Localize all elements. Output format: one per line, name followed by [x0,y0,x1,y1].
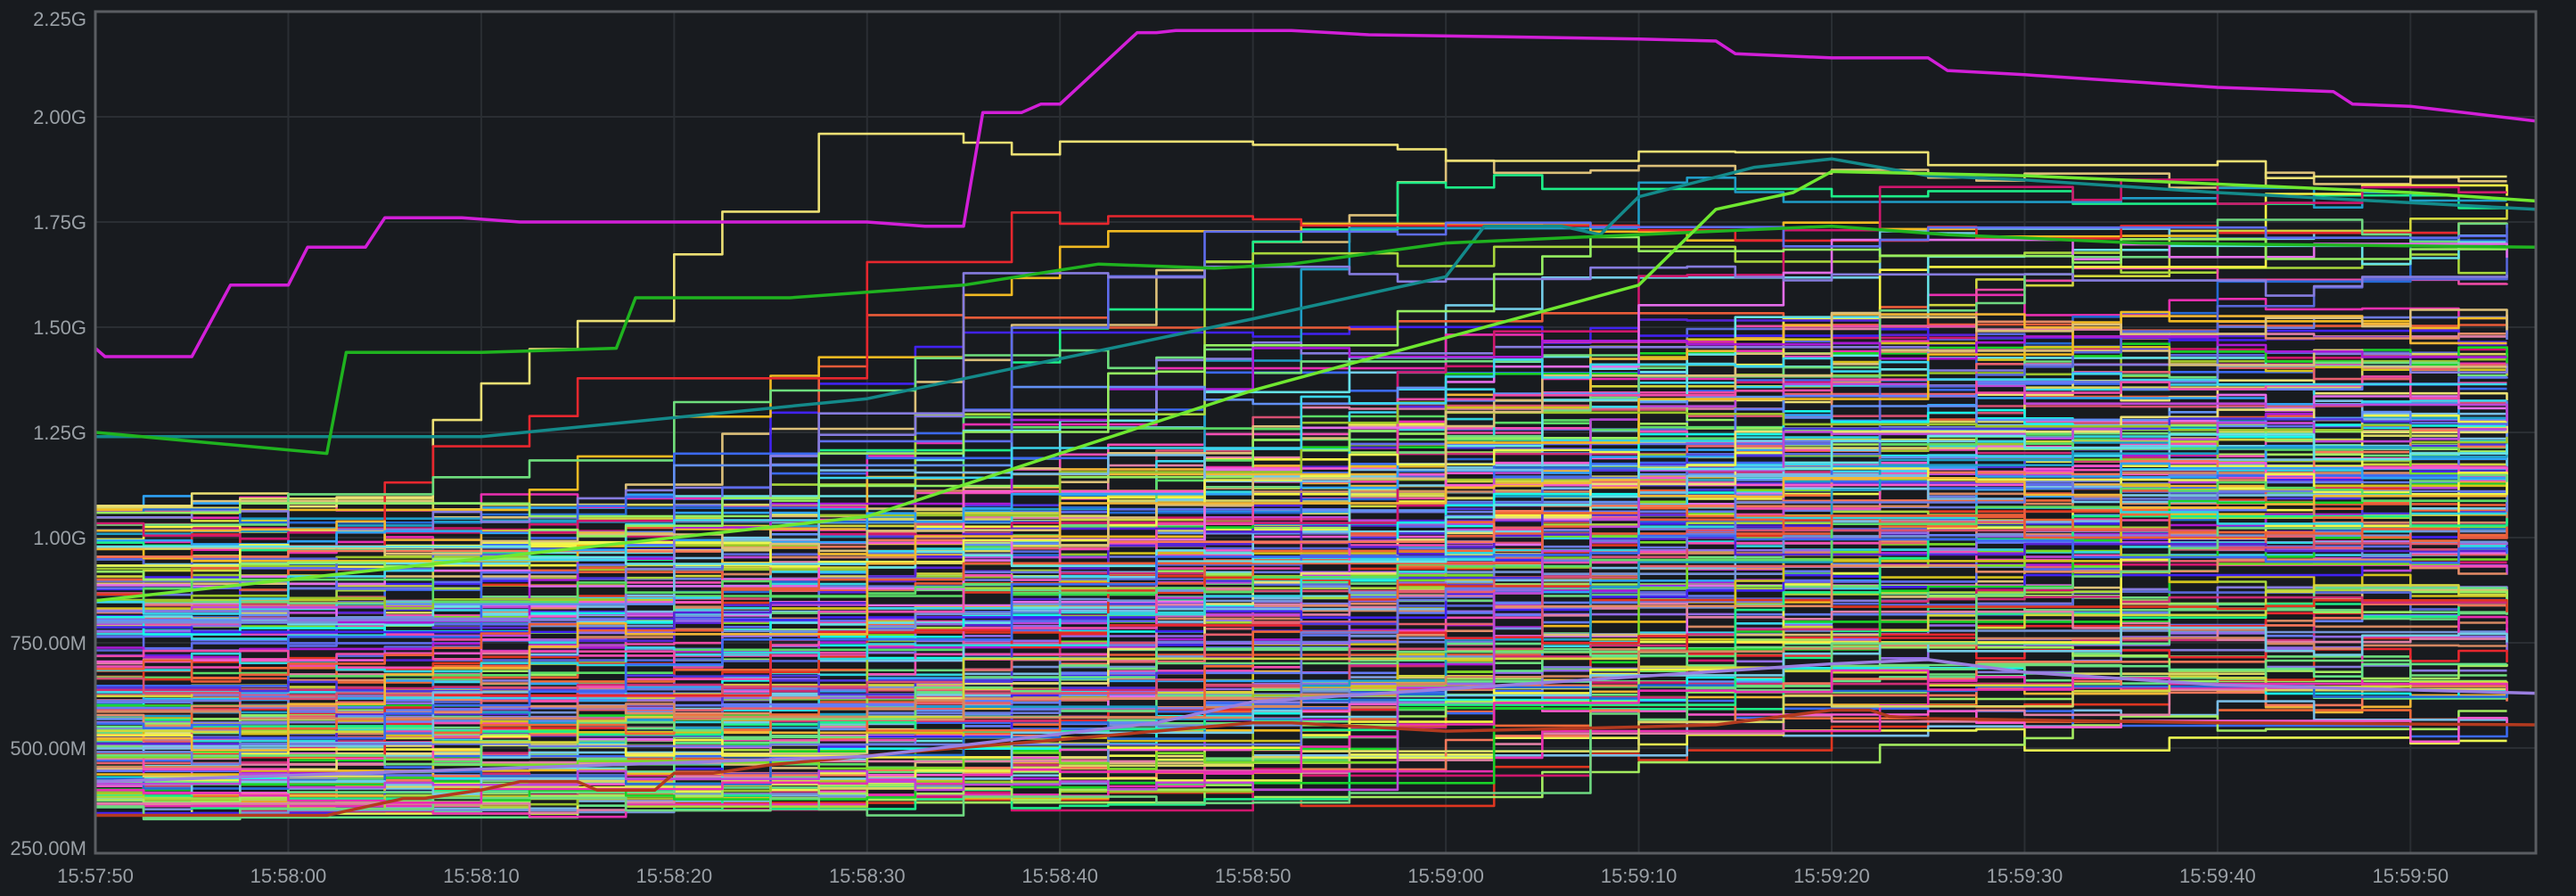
series-line-highlight [95,157,2536,439]
y-tick-label: 750.00M [10,632,86,654]
x-tick-label: 15:57:50 [57,865,134,887]
y-tick-label: 1.50G [33,316,86,339]
y-tick-label: 1.00G [33,527,86,549]
x-tick-label: 15:58:50 [1215,865,1292,887]
x-tick-label: 15:58:00 [250,865,327,887]
time-series-chart: 250.00M 500.00M 750.00M 1.00G 1.25G 1.50G 1.75… [10,8,2538,887]
y-tick-label: 1.75G [33,211,86,234]
y-tick-label: 2.25G [33,8,86,30]
series-lines [95,29,2536,821]
x-tick-label: 15:58:40 [1021,865,1098,887]
x-tick-label: 15:58:20 [636,865,713,887]
x-tick-label: 15:59:00 [1407,865,1484,887]
y-tick-label: 500.00M [10,737,86,760]
x-axis: 15:57:50 15:58:00 15:58:10 15:58:20 15:58:30… [57,865,2449,887]
x-tick-label: 15:58:10 [443,865,520,887]
x-tick-label: 15:59:30 [1987,865,2063,887]
x-tick-label: 15:59:40 [2179,865,2256,887]
chart-panel: 250.00M 500.00M 750.00M 1.00G 1.25G 1.50G 1.75… [0,0,2576,892]
y-tick-label: 1.25G [33,422,86,444]
x-tick-label: 15:59:20 [1793,865,1870,887]
y-tick-label: 250.00M [10,837,86,859]
x-tick-label: 15:58:30 [829,865,906,887]
y-tick-label: 2.00G [33,106,86,128]
y-axis: 250.00M 500.00M 750.00M 1.00G 1.25G 1.50G 1.75… [10,8,86,859]
x-tick-label: 15:59:10 [1601,865,1678,887]
x-tick-label: 15:59:50 [2372,865,2449,887]
